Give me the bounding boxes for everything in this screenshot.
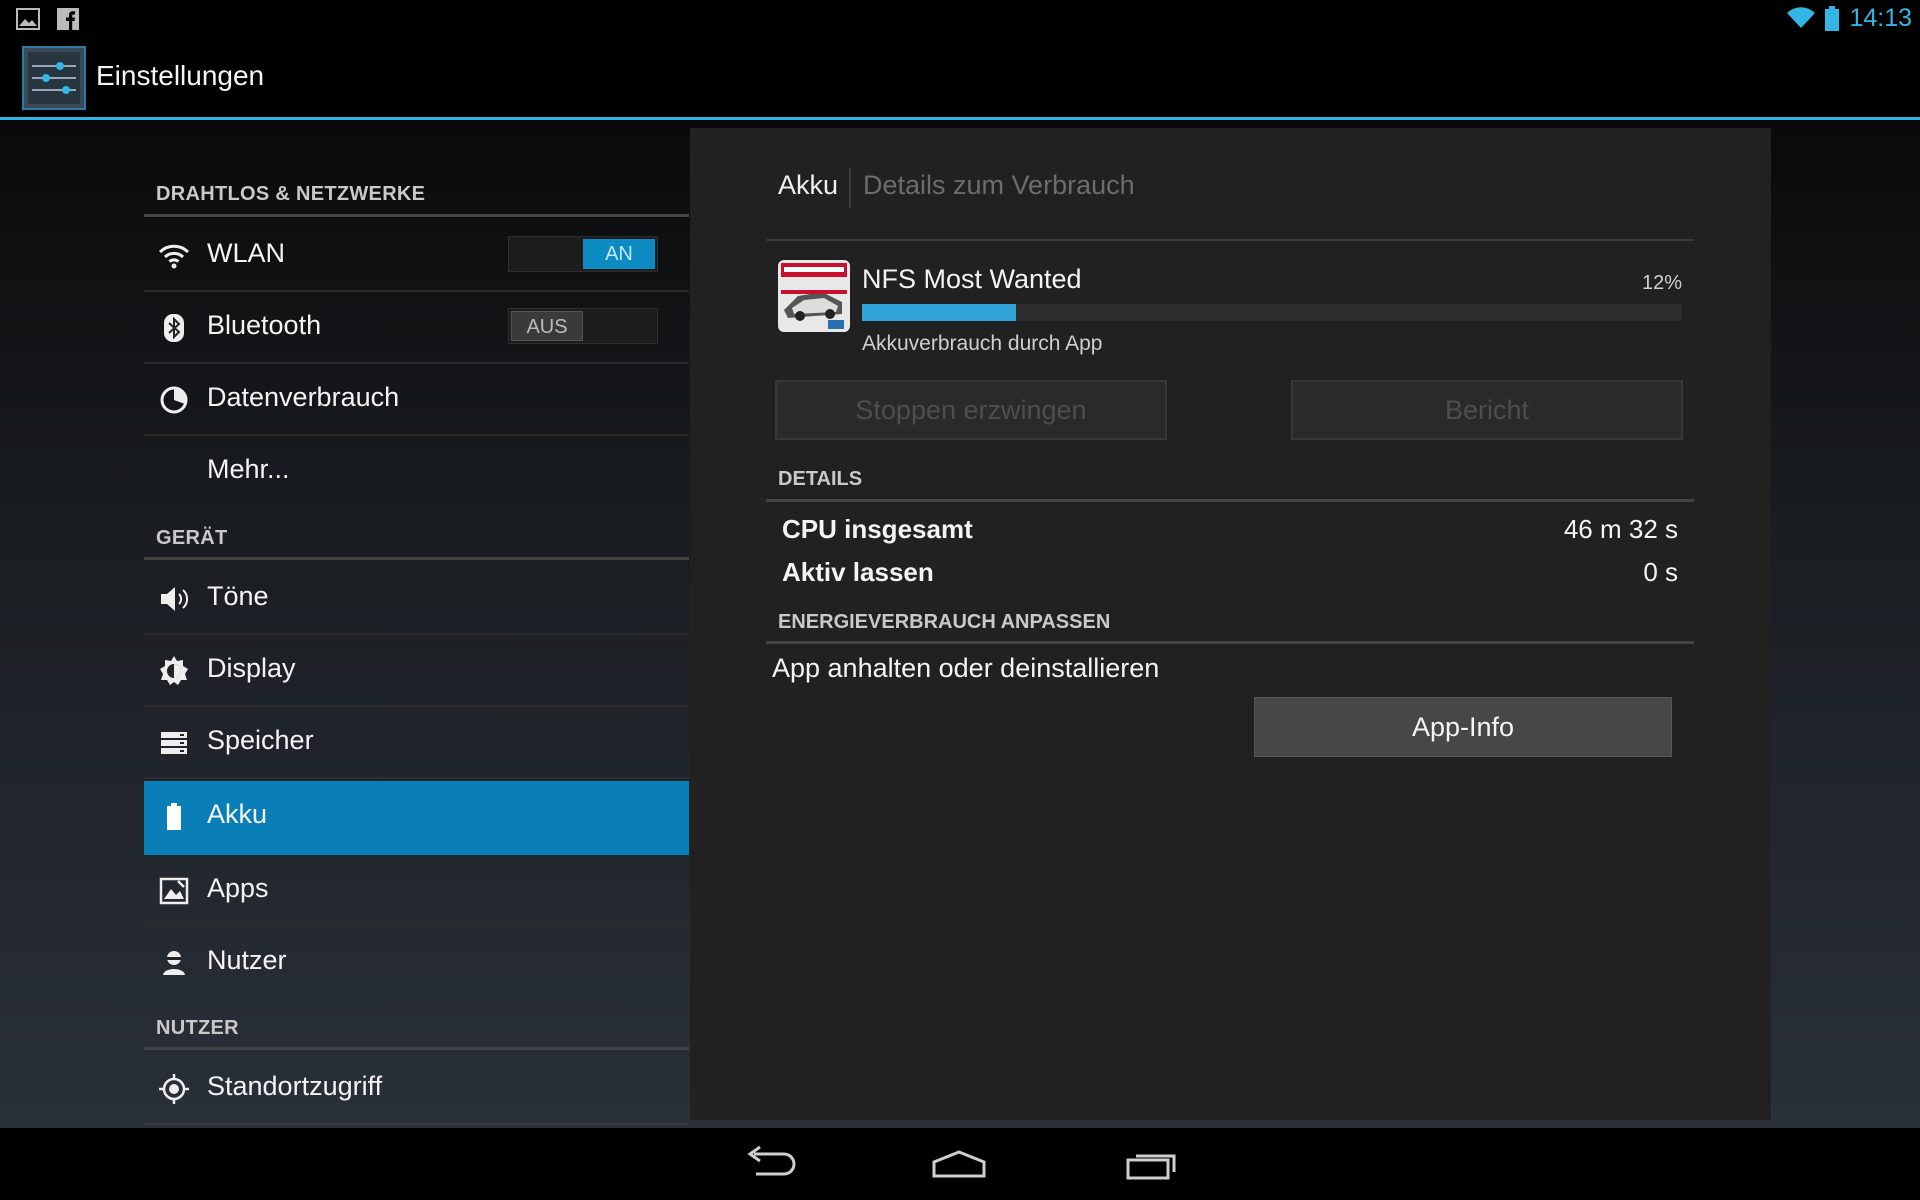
sidebar-item-label: Speicher <box>207 725 314 755</box>
toggle-state: AUS <box>511 311 583 341</box>
sidebar-item-toene[interactable]: Töne <box>144 563 689 635</box>
section-header-user: NUTZER <box>156 1017 239 1039</box>
user-icon <box>163 951 185 975</box>
facebook-icon <box>57 8 79 30</box>
divider <box>144 1047 689 1050</box>
breadcrumb-main[interactable]: Akku <box>778 170 838 201</box>
back-icon[interactable] <box>740 1142 798 1186</box>
usage-percent: 12% <box>1641 272 1682 294</box>
gallery-icon <box>16 8 40 30</box>
bluetooth-toggle[interactable]: AUS <box>508 308 658 344</box>
sidebar-item-standortzugriff[interactable]: Standortzugriff <box>144 1053 689 1125</box>
sidebar-item-wlan[interactable]: WLAN AN <box>144 220 689 292</box>
sidebar-item-nutzer[interactable]: Nutzer <box>144 927 689 999</box>
apps-icon <box>159 877 189 905</box>
app-info-button[interactable]: App-Info <box>1254 697 1672 757</box>
sidebar-item-label: Töne <box>207 581 269 611</box>
wifi-icon <box>1787 7 1815 29</box>
sidebar-item-label: Mehr... <box>207 454 290 484</box>
sidebar-item-display[interactable]: Display <box>144 635 689 707</box>
page-title: Einstellungen <box>96 60 265 91</box>
divider <box>144 214 689 217</box>
home-icon[interactable] <box>930 1142 988 1186</box>
settings-sliders-icon[interactable] <box>22 46 86 110</box>
sidebar-item-label: Datenverbrauch <box>207 382 400 412</box>
divider <box>766 641 1694 644</box>
sidebar-item-mehr[interactable]: Mehr... <box>144 436 689 508</box>
brightness-icon <box>160 656 188 685</box>
sidebar-item-label: WLAN <box>207 238 286 268</box>
status-bar: 14:13 <box>0 0 1920 38</box>
bluetooth-icon <box>164 314 184 342</box>
sidebar-item-label: Standortzugriff <box>207 1071 383 1101</box>
section-header-device: GERÄT <box>156 527 228 549</box>
action-bar: Einstellungen <box>0 38 1920 120</box>
clock: 14:13 <box>1849 4 1912 32</box>
details-header: DETAILS <box>778 468 863 490</box>
sidebar-item-label: Akku <box>207 799 268 829</box>
energy-description: App anhalten oder deinstallieren <box>772 653 1160 683</box>
sidebar-item-datenverbrauch[interactable]: Datenverbrauch <box>144 364 689 436</box>
navigation-bar <box>0 1128 1920 1200</box>
app-name: NFS Most Wanted <box>862 264 1082 294</box>
cpu-total-value: 46 m 32 s <box>1563 514 1678 544</box>
energy-header: ENERGIEVERBRAUCH ANPASSEN <box>778 611 1111 633</box>
sidebar-item-label: Nutzer <box>207 945 287 975</box>
location-icon <box>159 1074 189 1104</box>
section-header-wireless: DRAHTLOS & NETZWERKE <box>156 183 426 205</box>
battery-icon <box>1825 6 1839 31</box>
nfs-most-wanted-app-icon <box>778 260 850 332</box>
battery-icon <box>167 803 181 830</box>
keep-awake-value: 0 s <box>1643 557 1678 587</box>
sidebar-item-label: Apps <box>207 873 269 903</box>
report-button[interactable]: Bericht <box>1291 380 1683 440</box>
cpu-total-label: CPU insgesamt <box>782 514 973 544</box>
divider <box>766 499 1694 502</box>
sidebar-item-speicher[interactable]: Speicher <box>144 707 689 779</box>
sidebar-item-label: Bluetooth <box>207 310 322 340</box>
app-subtitle: Akkuverbrauch durch App <box>862 332 1103 355</box>
storage-icon <box>161 732 187 754</box>
sidebar-item-bluetooth[interactable]: Bluetooth AUS <box>144 292 689 364</box>
breadcrumb-divider <box>849 168 851 208</box>
sidebar-item-label: Display <box>207 653 296 683</box>
breadcrumb-sub: Details zum Verbrauch <box>863 170 1135 200</box>
force-stop-button[interactable]: Stoppen erzwingen <box>775 380 1167 440</box>
toggle-state: AN <box>583 239 655 269</box>
divider <box>766 239 1694 241</box>
sidebar-item-akku[interactable]: Akku <box>144 781 689 855</box>
speaker-icon <box>161 587 189 611</box>
wifi-icon <box>158 244 190 269</box>
sidebar-item-apps[interactable]: Apps <box>144 855 689 927</box>
keep-awake-label: Aktiv lassen <box>782 557 934 587</box>
wlan-toggle[interactable]: AN <box>508 236 658 272</box>
recents-icon[interactable] <box>1124 1142 1182 1186</box>
usage-bar-fill <box>862 304 1017 321</box>
divider <box>144 557 689 560</box>
data-usage-icon <box>160 386 188 414</box>
